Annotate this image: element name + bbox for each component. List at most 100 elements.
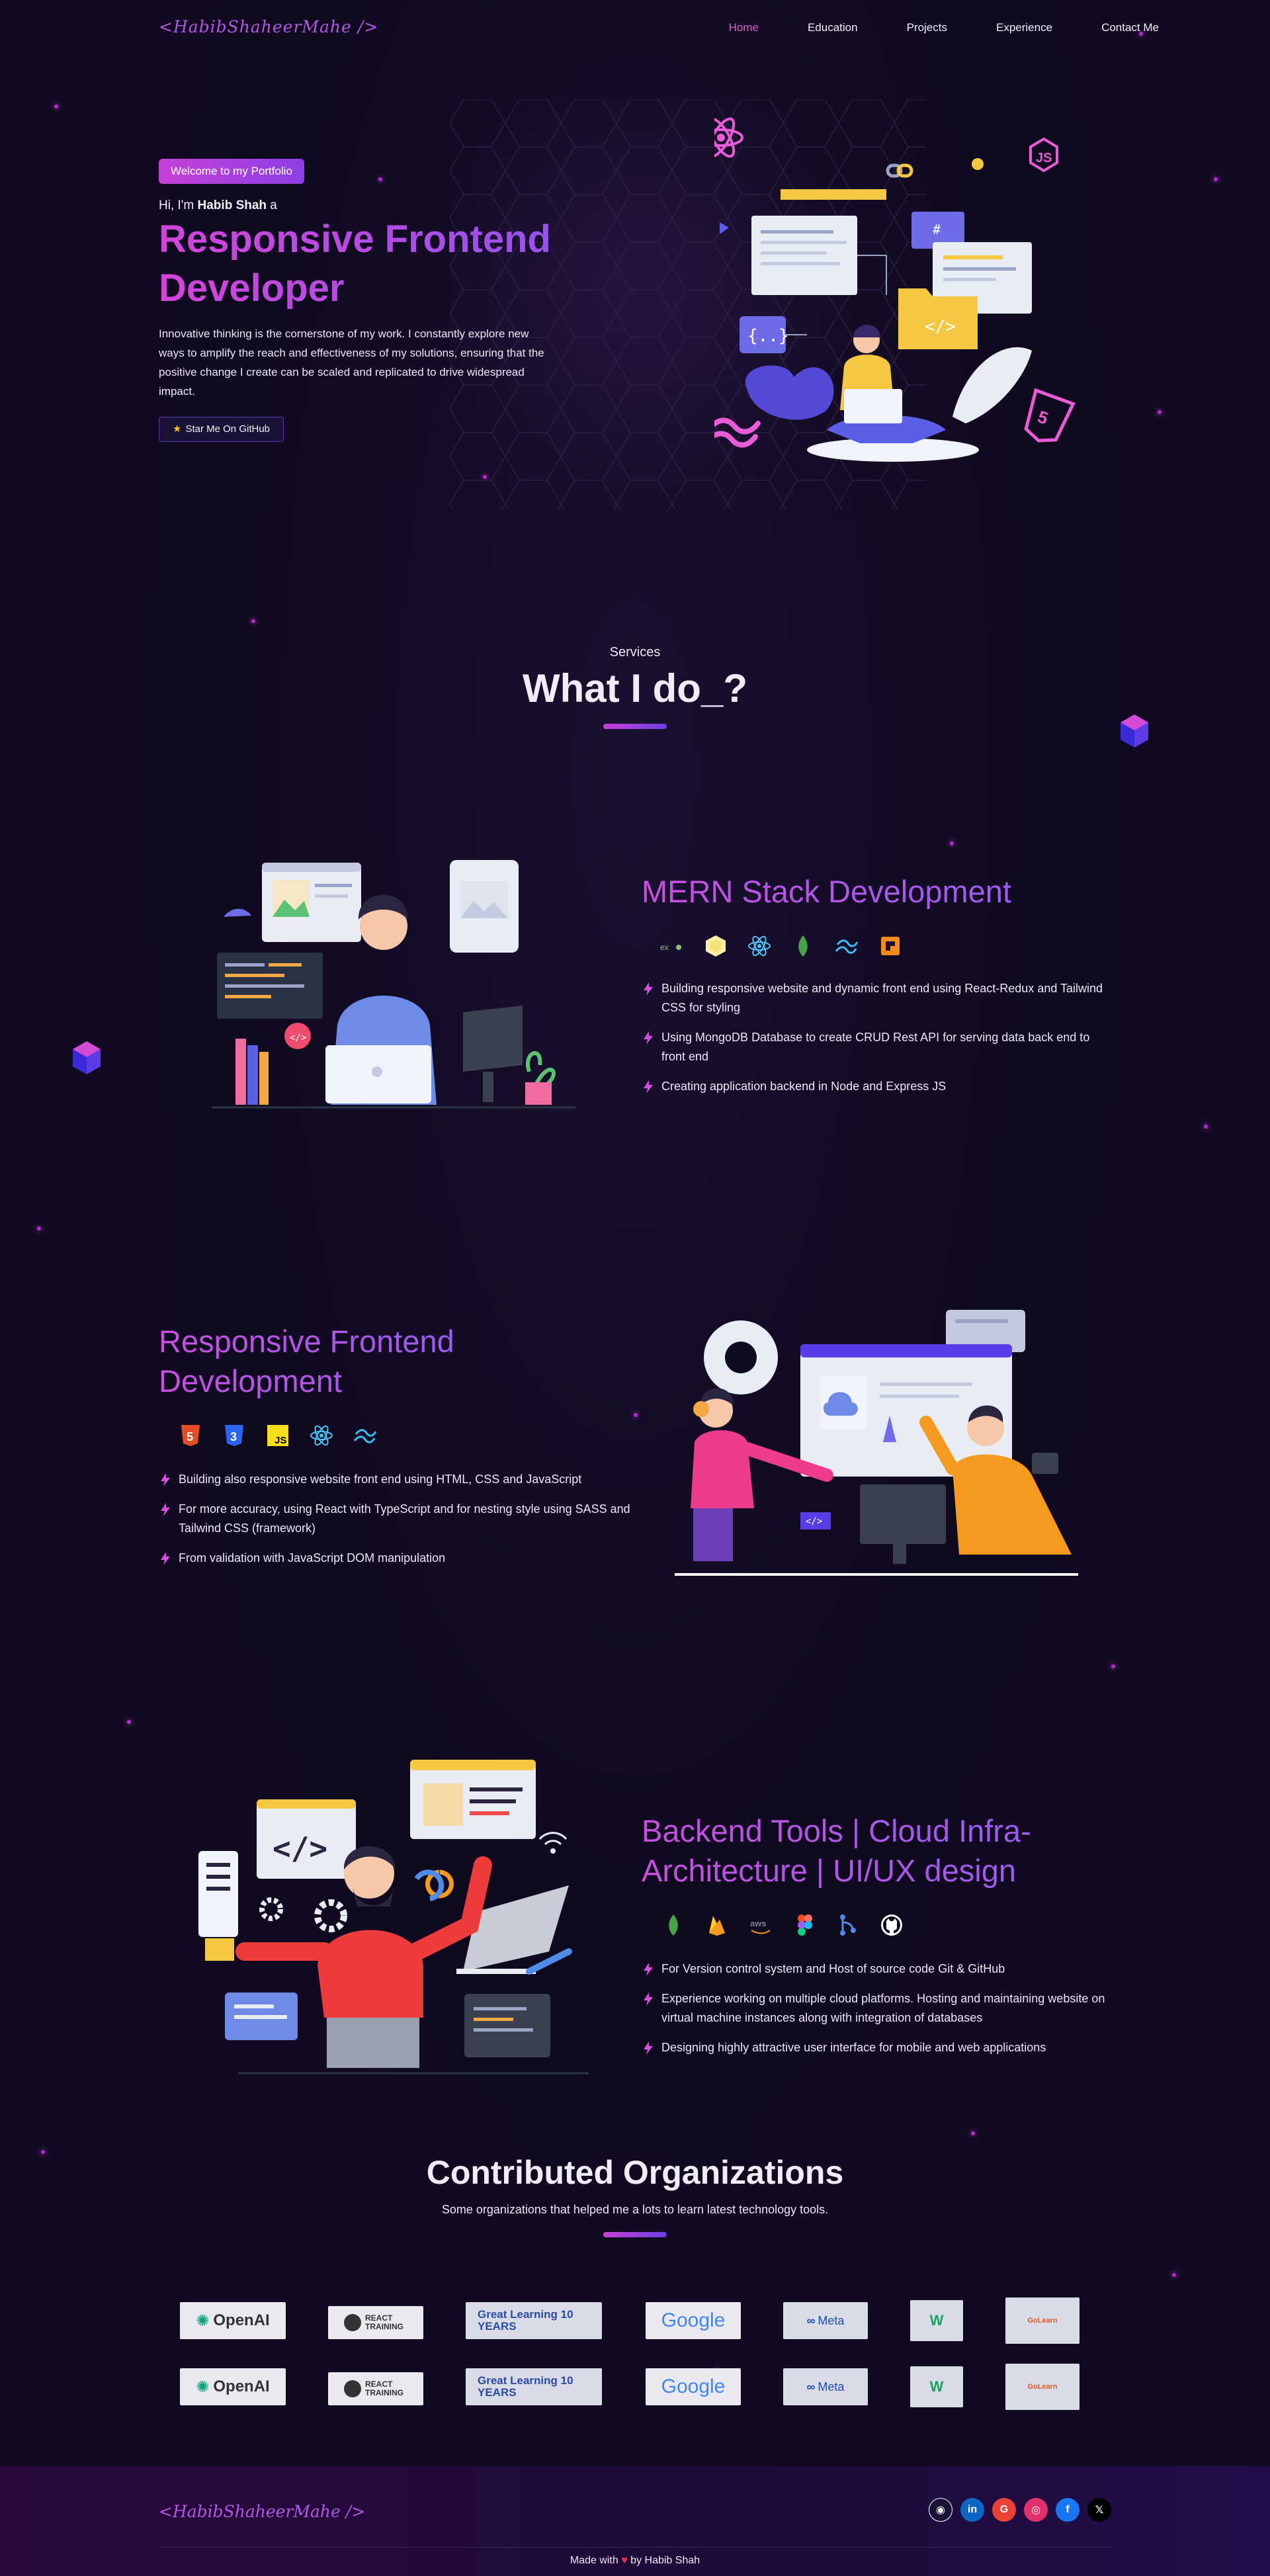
tailwind-icon: [353, 1424, 377, 1447]
backend-illustration: </>: [198, 1760, 589, 2075]
bolt-icon: [161, 1503, 170, 1516]
org-logo-google: Google: [646, 2302, 741, 2339]
tailwind-icon: [835, 934, 859, 958]
nodejs-icon: [704, 934, 728, 958]
cube-icon: [1121, 714, 1148, 748]
react-icon: [310, 1424, 333, 1447]
star-icon: ★: [173, 423, 182, 435]
bolt-icon: [644, 2041, 653, 2055]
decor-dot: [1158, 410, 1162, 414]
org-logo-react-training: REACT TRAINING: [328, 2372, 423, 2405]
nav-link-experience[interactable]: Experience: [996, 21, 1052, 34]
decor-dot: [378, 177, 382, 181]
decor-dot: [37, 1226, 41, 1230]
instagram-icon[interactable]: ◎: [1024, 2498, 1048, 2522]
org-logo-w: W: [910, 2366, 963, 2407]
hero-description: Innovative thinking is the cornerstone o…: [159, 327, 544, 398]
organizations-title: Contributed Organizations: [426, 2154, 844, 2191]
decor-dot: [1204, 1125, 1208, 1129]
list-item: Experience working on multiple cloud pla…: [642, 1989, 1118, 2028]
tailwind-icon: [714, 417, 761, 448]
org-logo-row: ✺ OpenAI REACT TRAINING Great Learning 10…: [0, 2297, 1270, 2348]
services-subtitle: Services: [609, 645, 661, 660]
services-title: What I do_?: [523, 666, 747, 710]
hero-greeting: Hi, I'm Habib Shah a: [159, 198, 277, 212]
decor-dot: [1214, 177, 1218, 181]
css3-icon: 3: [222, 1424, 246, 1447]
decor-dot: [1111, 1664, 1115, 1668]
mongodb-icon: [791, 934, 815, 958]
google-icon[interactable]: G: [992, 2498, 1016, 2522]
svg-text:5: 5: [187, 1430, 193, 1443]
list-item: Using MongoDB Database to create CRUD Re…: [642, 1028, 1105, 1066]
svg-text:3: 3: [230, 1430, 237, 1443]
org-logo-react-training: REACT TRAINING: [328, 2306, 423, 2339]
decor-dot: [971, 2131, 975, 2135]
section-underline: [603, 2232, 667, 2237]
bolt-icon: [644, 1963, 653, 1976]
navbar: <HabibShaheerMahe /> Home Education Proj…: [0, 0, 1270, 57]
svg-text:aws: aws: [750, 1918, 767, 1928]
svg-text:</>: </>: [273, 1830, 327, 1866]
footer: <HabibShaheerMahe /> ◉ in G ◎ f 𝕏 Made w…: [0, 2466, 1270, 2576]
bolt-icon: [644, 1031, 653, 1045]
github-icon: [880, 1913, 904, 1937]
nav-links: Home Education Projects Experience Conta…: [680, 21, 1159, 34]
decor-dot: [634, 1413, 638, 1417]
list-item: For Version control system and Host of s…: [642, 1959, 1118, 1979]
org-logo-openai: ✺ OpenAI: [180, 2302, 286, 2339]
org-logo-great-learning: Great Learning 10 YEARS: [466, 2302, 602, 2339]
mongodb-icon: [661, 1913, 685, 1937]
html5-icon: 5: [1024, 388, 1076, 443]
list-item: Creating application backend in Node and…: [642, 1077, 1105, 1096]
javascript-icon: JS: [266, 1424, 290, 1447]
list-item: Designing highly attractive user interfa…: [642, 2038, 1118, 2057]
facebook-icon[interactable]: f: [1056, 2498, 1080, 2522]
nav-link-home[interactable]: Home: [729, 21, 759, 34]
svg-text:{..}: {..}: [747, 326, 789, 346]
svg-text:ex: ex: [660, 943, 669, 952]
footer-logo[interactable]: <HabibShaheerMahe />: [159, 2502, 365, 2521]
figma-icon: [792, 1913, 816, 1937]
service-title-mern: MERN Stack Development: [642, 872, 1011, 912]
list-item: Building responsive website and dynamic …: [642, 979, 1105, 1017]
nav-link-education[interactable]: Education: [808, 21, 858, 34]
mern-illustration: </>: [212, 860, 575, 1109]
list-item: Building also responsive website front e…: [159, 1470, 635, 1489]
firebase-icon: [705, 1913, 729, 1937]
org-logo-meta: ∞ Meta: [783, 2368, 868, 2405]
welcome-badge: Welcome to my Portfolio: [159, 159, 304, 184]
site-logo[interactable]: <HabibShaheerMahe />: [159, 17, 378, 36]
organizations-subtitle: Some organizations that helped me a lots…: [441, 2203, 829, 2216]
decor-dot: [1172, 2273, 1176, 2277]
org-logo-openai: ✺ OpenAI: [180, 2368, 286, 2405]
bullet-list-mern: Building responsive website and dynamic …: [642, 979, 1105, 1107]
decor-dot: [950, 841, 954, 845]
page: <HabibShaheerMahe /> Home Education Proj…: [0, 0, 1270, 2576]
org-logo-great-learning: Great Learning 10 YEARS: [466, 2368, 602, 2405]
github-icon[interactable]: ◉: [929, 2498, 952, 2522]
nav-link-projects[interactable]: Projects: [907, 21, 947, 34]
svg-text:</>: </>: [806, 1516, 822, 1527]
svg-text:#: #: [933, 222, 941, 237]
org-logo-w: W: [910, 2300, 963, 2341]
svg-text:JS: JS: [275, 1435, 286, 1446]
service-title-backend: Backend Tools | Cloud Infra- Architectur…: [642, 1811, 1031, 1891]
decor-dot: [251, 619, 255, 623]
tech-stack-mern: ex: [660, 934, 902, 958]
bullet-list-frontend: Building also responsive website front e…: [159, 1470, 635, 1578]
list-item: For more accuracy, using React with Type…: [159, 1500, 635, 1538]
git-icon: [836, 1913, 860, 1937]
org-logo-row: ✺ OpenAI REACT TRAINING Great Learning 10…: [0, 2364, 1270, 2415]
service-title-frontend: Responsive Frontend Development: [159, 1322, 454, 1401]
section-underline: [603, 724, 667, 729]
linkedin-icon[interactable]: in: [960, 2498, 984, 2522]
tech-stack-frontend: 5 3 JS: [179, 1424, 377, 1447]
html5-icon: 5: [179, 1424, 202, 1447]
x-icon[interactable]: 𝕏: [1087, 2498, 1111, 2522]
github-star-button[interactable]: ★ Star Me On GitHub: [159, 417, 284, 442]
svg-text:JS: JS: [1036, 151, 1052, 165]
svg-text:</>: </>: [925, 317, 956, 337]
nav-link-contact[interactable]: Contact Me: [1101, 21, 1159, 34]
org-logo-golearn: GoLearn: [1005, 2297, 1080, 2344]
